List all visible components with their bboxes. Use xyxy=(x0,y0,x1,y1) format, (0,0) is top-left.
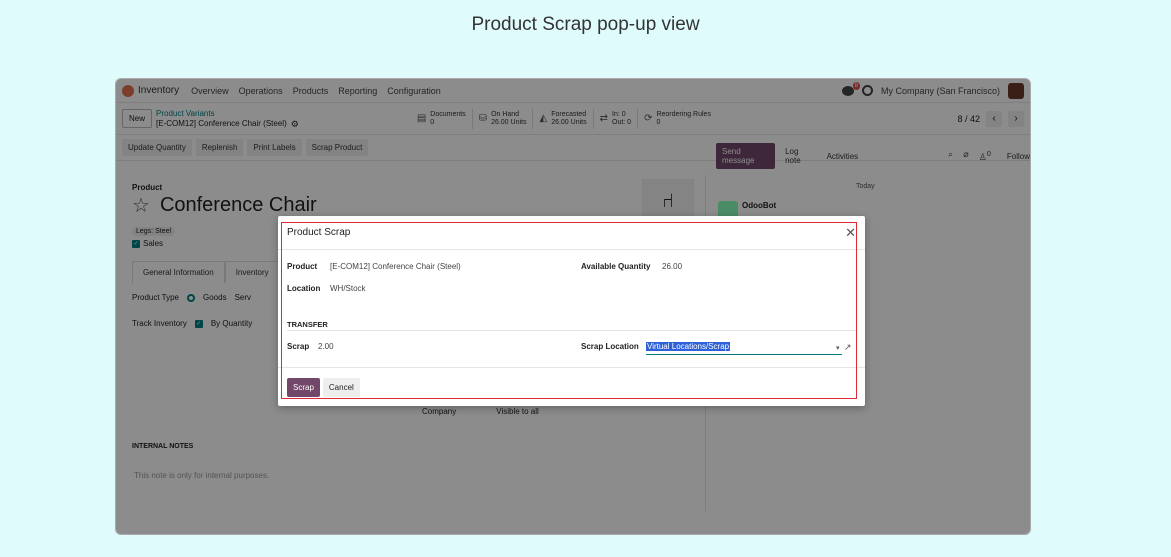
product-label: Product xyxy=(287,262,318,271)
available-quantity-value: 26.00 xyxy=(662,262,683,271)
cancel-button[interactable]: Cancel xyxy=(322,378,360,397)
transfer-separator xyxy=(287,330,857,331)
external-link-icon[interactable]: ↗ xyxy=(844,342,852,353)
scrap-location-input[interactable]: Virtual Locations/Scrap xyxy=(646,342,842,355)
page-heading: Product Scrap pop-up view xyxy=(471,14,700,35)
product-value[interactable]: [E-COM12] Conference Chair (Steel) xyxy=(330,262,461,271)
dialog-header: Product Scrap ✕ xyxy=(278,216,865,250)
dialog-body: Product [E-COM12] Conference Chair (Stee… xyxy=(278,250,865,368)
location-label: Location xyxy=(287,284,321,293)
scrap-location-value: Virtual Locations/Scrap xyxy=(646,342,731,351)
dialog-title: Product Scrap xyxy=(287,227,351,238)
scrap-button[interactable]: Scrap xyxy=(287,378,320,397)
close-icon[interactable]: ✕ xyxy=(845,225,856,241)
location-value[interactable]: WH/Stock xyxy=(330,284,366,293)
caret-down-icon[interactable]: ▾ xyxy=(836,344,840,352)
available-quantity-label: Available Quantity xyxy=(581,262,651,271)
product-scrap-dialog: Product Scrap ✕ Product [E-COM12] Confer… xyxy=(278,216,865,406)
scrap-location-label: Scrap Location xyxy=(581,342,639,351)
dialog-footer: Scrap Cancel xyxy=(278,368,865,397)
scrap-quantity-input[interactable]: 2.00 xyxy=(318,342,334,351)
scrap-quantity-label: Scrap xyxy=(287,342,310,351)
transfer-heading: TRANSFER xyxy=(287,320,328,329)
